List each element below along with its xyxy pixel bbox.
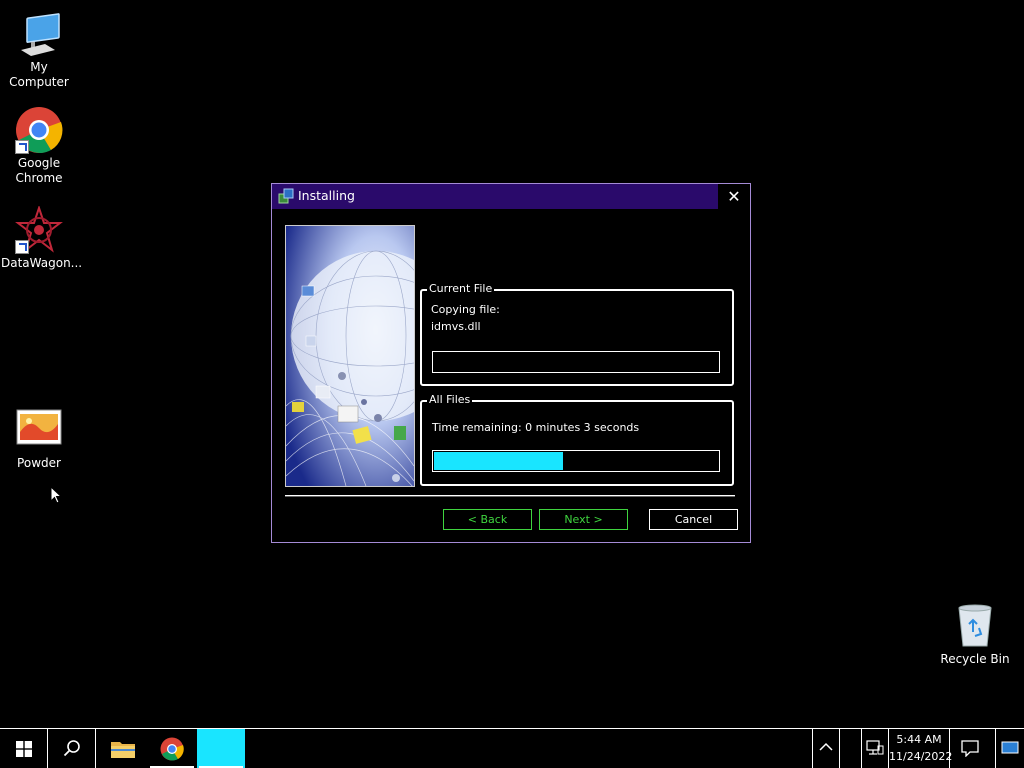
desktop-icon-label: DataWagon... xyxy=(1,256,83,270)
current-file-progress-bar xyxy=(432,351,720,373)
taskbar: 5:44 AM 11/24/2022 xyxy=(0,728,1024,768)
desktop-icon-powder[interactable]: Powder xyxy=(1,406,77,471)
notification-icon xyxy=(961,740,979,757)
shortcut-arrow-icon xyxy=(15,140,29,154)
all-files-progress-fill xyxy=(434,452,563,470)
taskbar-file-explorer[interactable] xyxy=(99,729,147,768)
recycle-bin-icon xyxy=(951,602,999,650)
current-file-name: idmvs.dll xyxy=(431,320,481,333)
powder-icon xyxy=(15,406,63,454)
windows-start-icon xyxy=(16,741,32,757)
all-files-legend: All Files xyxy=(427,393,473,406)
datawagon-icon xyxy=(15,204,63,254)
start-button[interactable] xyxy=(0,729,48,768)
chevron-up-icon xyxy=(819,742,833,751)
all-files-progress-bar xyxy=(432,450,720,472)
back-button[interactable]: < Back xyxy=(443,509,532,530)
copying-file-label: Copying file: xyxy=(431,303,500,316)
network-icon xyxy=(866,740,884,755)
computer-icon xyxy=(15,10,63,58)
clock-date: 11/24/2022 xyxy=(889,750,953,763)
all-files-group: All Files Time remaining: 0 minutes 3 se… xyxy=(420,393,734,486)
close-icon: ✕ xyxy=(727,187,741,206)
dialog-separator xyxy=(285,495,735,497)
show-desktop-button[interactable] xyxy=(996,729,1024,768)
taskbar-chrome[interactable] xyxy=(148,729,196,768)
mouse-cursor-icon xyxy=(50,486,62,504)
installer-side-image xyxy=(285,225,415,487)
network-tray-button[interactable] xyxy=(862,729,888,768)
installer-icon xyxy=(278,188,294,204)
desktop-icon-recycle-bin[interactable]: Recycle Bin xyxy=(937,602,1013,667)
desktop-icon-label: Google Chrome xyxy=(15,156,63,185)
dialog-title: Installing xyxy=(298,188,355,203)
dialog-titlebar[interactable]: Installing ✕ xyxy=(272,184,750,209)
search-icon xyxy=(63,740,80,757)
desktop-icon-my-computer[interactable]: My Computer xyxy=(1,10,77,90)
time-remaining-label: Time remaining: 0 minutes 3 seconds xyxy=(432,421,640,434)
taskbar-divider xyxy=(839,729,840,768)
taskbar-clock[interactable]: 5:44 AM 11/24/2022 xyxy=(888,729,953,768)
clock-time: 5:44 AM xyxy=(896,733,942,746)
installing-dialog: Installing ✕ Current File Copying file: … xyxy=(271,183,751,543)
show-hidden-icons-button[interactable] xyxy=(813,729,839,768)
close-button[interactable]: ✕ xyxy=(718,184,750,209)
taskbar-installer-active[interactable] xyxy=(197,729,245,768)
current-file-group: Current File Copying file: idmvs.dll xyxy=(420,282,734,386)
next-button[interactable]: Next > xyxy=(539,509,628,530)
chrome-icon xyxy=(160,737,184,761)
desktop-icon-datawagon[interactable]: DataWagon... xyxy=(1,204,83,271)
shortcut-arrow-icon xyxy=(15,240,29,254)
cancel-button[interactable]: Cancel xyxy=(649,509,738,530)
file-explorer-icon xyxy=(111,742,135,758)
current-file-legend: Current File xyxy=(427,282,495,295)
desktop-icon-label: My Computer xyxy=(9,60,69,89)
desktop-preview-icon xyxy=(1001,741,1019,754)
action-center-button[interactable] xyxy=(952,729,988,768)
desktop-icon-google-chrome[interactable]: Google Chrome xyxy=(1,106,77,186)
desktop-icon-label: Recycle Bin xyxy=(940,652,1010,666)
search-button[interactable] xyxy=(48,729,96,768)
desktop-icon-label: Powder xyxy=(17,456,61,470)
chrome-icon xyxy=(15,106,63,154)
